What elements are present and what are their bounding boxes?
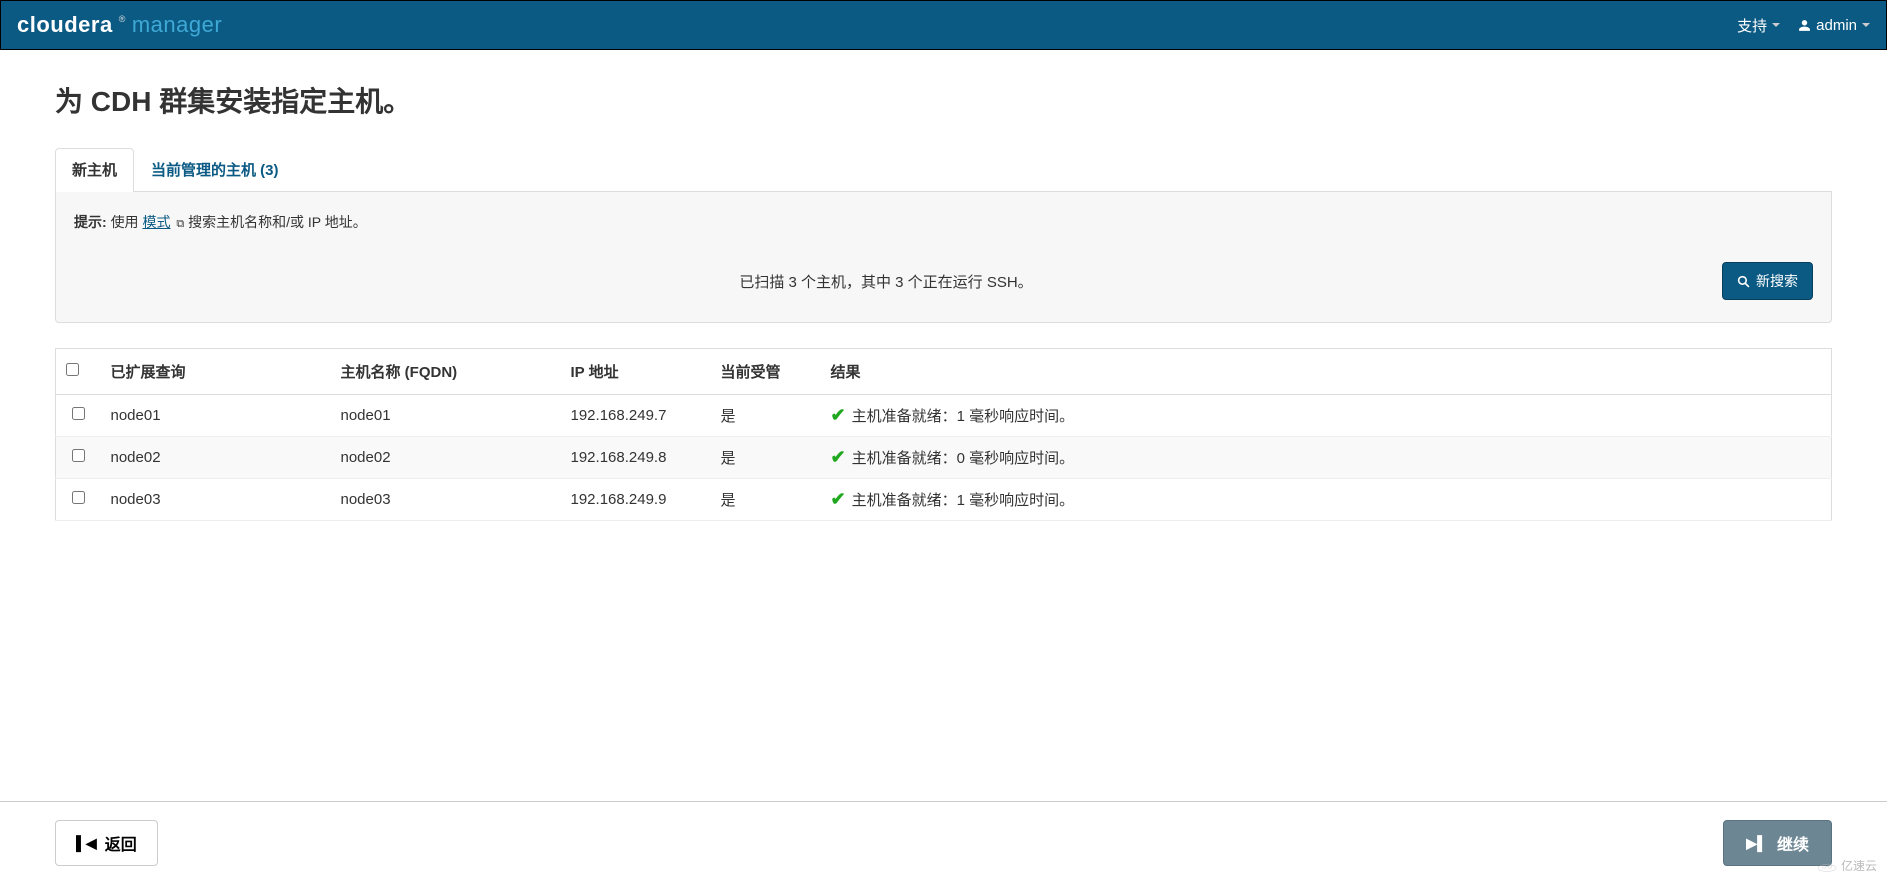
- cell-managed: 是: [711, 437, 821, 479]
- brand-logo[interactable]: cloudera ® manager: [17, 12, 222, 38]
- cell-result: ✔主机准备就绪：0 毫秒响应时间。: [821, 437, 1832, 479]
- support-menu[interactable]: 支持: [1737, 15, 1780, 36]
- tab-new-hosts[interactable]: 新主机: [55, 148, 134, 192]
- cell-managed: 是: [711, 395, 821, 437]
- table-row: node02 node02 192.168.249.8 是 ✔主机准备就绪：0 …: [56, 437, 1832, 479]
- table-row: node01 node01 192.168.249.7 是 ✔主机准备就绪：1 …: [56, 395, 1832, 437]
- select-all-checkbox[interactable]: [66, 363, 79, 376]
- user-menu[interactable]: admin: [1798, 17, 1870, 34]
- new-search-button[interactable]: 新搜索: [1722, 262, 1813, 300]
- table-header-row: 已扩展查询 主机名称 (FQDN) IP 地址 当前受管 结果: [56, 349, 1832, 395]
- back-arrow-icon: ▌◀: [76, 835, 97, 852]
- cell-fqdn: node01: [331, 395, 561, 437]
- col-checkbox: [56, 349, 101, 395]
- tip-suffix: 搜索主机名称和/或 IP 地址。: [188, 214, 367, 230]
- col-ip: IP 地址: [561, 349, 711, 395]
- cell-fqdn: node02: [331, 437, 561, 479]
- cell-ip: 192.168.249.8: [561, 437, 711, 479]
- table-row: node03 node03 192.168.249.9 是 ✔主机准备就绪：1 …: [56, 479, 1832, 521]
- cell-result: ✔主机准备就绪：1 毫秒响应时间。: [821, 395, 1832, 437]
- check-icon: ✔: [831, 447, 846, 467]
- scan-row: 已扫描 3 个主机，其中 3 个正在运行 SSH。 新搜索: [74, 262, 1813, 300]
- cell-result: ✔主机准备就绪：1 毫秒响应时间。: [821, 479, 1832, 521]
- scan-status: 已扫描 3 个主机，其中 3 个正在运行 SSH。: [739, 271, 1032, 292]
- new-search-label: 新搜索: [1756, 271, 1798, 291]
- tab-managed-hosts[interactable]: 当前管理的主机 (3): [134, 148, 296, 192]
- user-icon: [1798, 19, 1811, 32]
- brand-cloudera: cloudera: [17, 12, 113, 38]
- brand-manager: manager: [132, 12, 222, 38]
- col-fqdn: 主机名称 (FQDN): [331, 349, 561, 395]
- support-label: 支持: [1737, 15, 1767, 36]
- tabs: 新主机 当前管理的主机 (3): [55, 148, 1832, 192]
- page-title: 为 CDH 群集安装指定主机。: [55, 80, 1832, 120]
- cell-fqdn: node03: [331, 479, 561, 521]
- tip-row: 提示: 使用 模式 ⧉ 搜索主机名称和/或 IP 地址。: [74, 212, 1813, 232]
- external-link-icon: ⧉: [176, 218, 184, 230]
- row-checkbox[interactable]: [72, 407, 85, 420]
- row-checkbox[interactable]: [72, 491, 85, 504]
- cell-expanded: node03: [101, 479, 331, 521]
- continue-button[interactable]: ▶▌ 继续: [1723, 820, 1832, 866]
- caret-down-icon: [1862, 23, 1870, 27]
- footer: ▌◀ 返回 ▶▌ 继续: [0, 801, 1887, 884]
- navbar: cloudera ® manager 支持 admin: [0, 0, 1887, 50]
- cell-expanded: node01: [101, 395, 331, 437]
- col-managed: 当前受管: [711, 349, 821, 395]
- back-button[interactable]: ▌◀ 返回: [55, 820, 158, 866]
- navbar-right: 支持 admin: [1737, 15, 1870, 36]
- check-icon: ✔: [831, 489, 846, 509]
- cell-ip: 192.168.249.7: [561, 395, 711, 437]
- cell-managed: 是: [711, 479, 821, 521]
- search-icon: [1737, 275, 1750, 288]
- back-label: 返回: [105, 831, 137, 855]
- continue-label: 继续: [1777, 831, 1809, 855]
- cell-expanded: node02: [101, 437, 331, 479]
- continue-arrow-icon: ▶▌: [1746, 835, 1767, 852]
- brand-reg: ®: [119, 14, 126, 24]
- tip-label: 提示:: [74, 214, 107, 230]
- pattern-link[interactable]: 模式: [142, 214, 170, 230]
- tip-prefix: 使用: [111, 214, 139, 230]
- search-panel: 提示: 使用 模式 ⧉ 搜索主机名称和/或 IP 地址。 已扫描 3 个主机，其…: [55, 192, 1832, 323]
- caret-down-icon: [1772, 23, 1780, 27]
- main-container: 为 CDH 群集安装指定主机。 新主机 当前管理的主机 (3) 提示: 使用 模…: [0, 50, 1887, 541]
- col-expanded: 已扩展查询: [101, 349, 331, 395]
- hosts-table: 已扩展查询 主机名称 (FQDN) IP 地址 当前受管 结果 node01 n…: [55, 348, 1832, 521]
- row-checkbox[interactable]: [72, 449, 85, 462]
- cell-ip: 192.168.249.9: [561, 479, 711, 521]
- user-label: admin: [1816, 17, 1857, 34]
- check-icon: ✔: [831, 405, 846, 425]
- col-result: 结果: [821, 349, 1832, 395]
